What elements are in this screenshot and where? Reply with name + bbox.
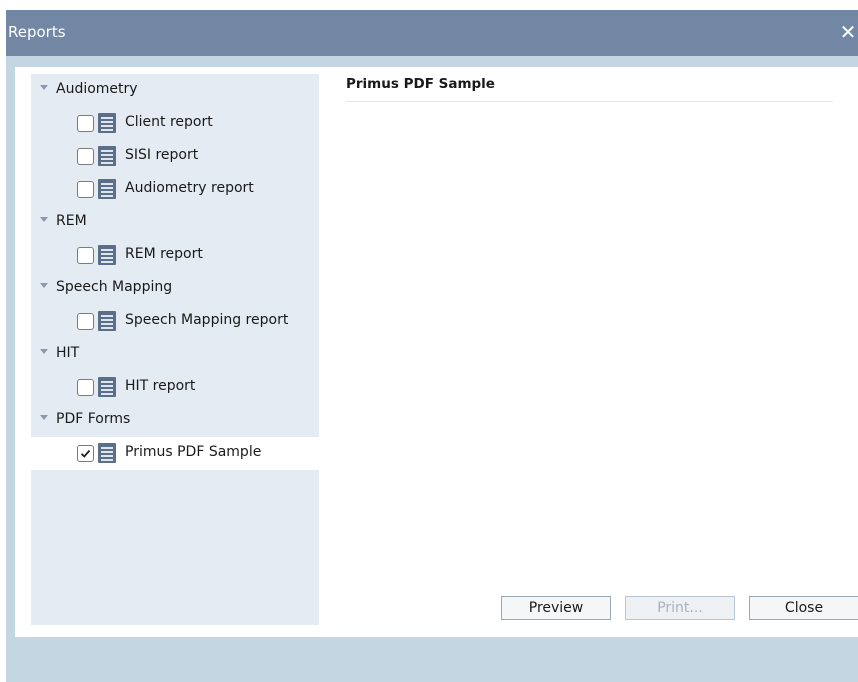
report-label: Speech Mapping report — [125, 312, 289, 328]
document-icon — [98, 146, 116, 166]
report-label: REM report — [125, 246, 203, 262]
tree-group-label: REM — [56, 213, 87, 229]
preview-button[interactable]: Preview — [501, 596, 611, 620]
expand-arrow-icon[interactable] — [40, 217, 48, 222]
window-title: Reports — [8, 23, 66, 41]
report-checkbox[interactable] — [77, 181, 94, 198]
tree-group[interactable]: Audiometry — [31, 74, 319, 107]
preview-title: Primus PDF Sample — [346, 76, 495, 92]
tree-report-item[interactable]: Speech Mapping report — [31, 305, 319, 338]
report-checkbox[interactable] — [77, 313, 94, 330]
expand-arrow-icon[interactable] — [40, 349, 48, 354]
close-icon[interactable]: ✕ — [838, 17, 858, 47]
report-checkbox[interactable] — [77, 115, 94, 132]
tree-group[interactable]: REM — [31, 206, 319, 239]
expand-arrow-icon[interactable] — [40, 283, 48, 288]
document-icon — [98, 113, 116, 133]
report-label: Audiometry report — [125, 180, 254, 196]
tree-report-item[interactable]: Audiometry report — [31, 173, 319, 206]
tree-group[interactable]: PDF Forms — [31, 404, 319, 437]
tree-report-item[interactable]: Primus PDF Sample — [31, 437, 319, 470]
preview-divider — [346, 101, 833, 102]
document-icon — [98, 245, 116, 265]
reports-dialog: Reports ✕ Audiometry Client report SISI re… — [6, 10, 858, 682]
tree-group-label: Audiometry — [56, 81, 138, 97]
report-label: Client report — [125, 114, 213, 130]
tree-report-item[interactable]: SISI report — [31, 140, 319, 173]
expand-arrow-icon[interactable] — [40, 85, 48, 90]
tree-group-label: PDF Forms — [56, 411, 131, 427]
document-icon — [98, 311, 116, 331]
tree-group-label: Speech Mapping — [56, 279, 173, 295]
report-label: HIT report — [125, 378, 196, 394]
report-label: SISI report — [125, 147, 199, 163]
report-checkbox[interactable] — [77, 148, 94, 165]
document-icon — [98, 179, 116, 199]
report-label: Primus PDF Sample — [125, 444, 262, 460]
document-icon — [98, 377, 116, 397]
expand-arrow-icon[interactable] — [40, 415, 48, 420]
tree-group-label: HIT — [56, 345, 80, 361]
title-bar: Reports ✕ — [6, 10, 858, 56]
tree-report-item[interactable]: HIT report — [31, 371, 319, 404]
close-button[interactable]: Close — [749, 596, 858, 620]
tree-group[interactable]: Speech Mapping — [31, 272, 319, 305]
report-checkbox[interactable] — [77, 247, 94, 264]
report-tree: Audiometry Client report SISI report Audiom… — [31, 74, 319, 625]
print-button[interactable]: Print... — [625, 596, 735, 620]
tree-group[interactable]: HIT — [31, 338, 319, 371]
tree-report-item[interactable]: REM report — [31, 239, 319, 272]
tree-report-item[interactable]: Client report — [31, 107, 319, 140]
document-icon — [98, 443, 116, 463]
report-checkbox[interactable] — [77, 379, 94, 396]
report-checkbox[interactable] — [77, 445, 94, 462]
content-panel: Audiometry Client report SISI report Audiom… — [15, 67, 858, 637]
checkmark-icon — [80, 449, 91, 458]
